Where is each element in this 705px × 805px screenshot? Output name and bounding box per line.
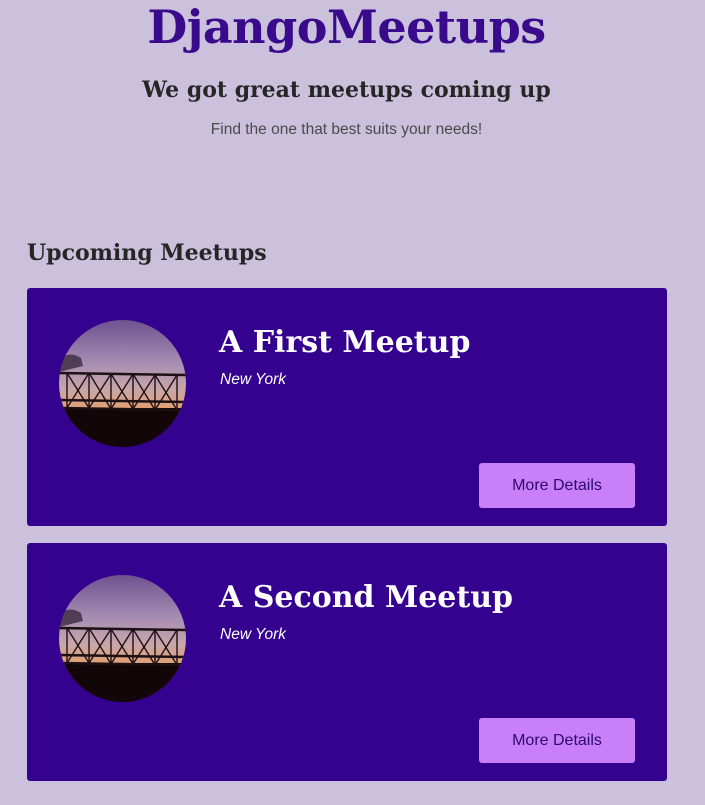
- meetup-card: A Second Meetup New York More Details: [27, 543, 667, 781]
- meetup-location: New York: [220, 371, 287, 388]
- more-details-button[interactable]: More Details: [479, 463, 635, 508]
- meetup-location: New York: [220, 626, 287, 643]
- meetup-title: A Second Meetup: [219, 580, 514, 615]
- bridge-sunset-image: [59, 320, 186, 447]
- meetup-title: A First Meetup: [219, 325, 471, 360]
- subtitle: Find the one that best suits your needs!: [210, 121, 483, 138]
- site-title: DjangoMeetups: [147, 0, 546, 54]
- meetup-image: [59, 320, 186, 447]
- meetup-image: [59, 575, 186, 702]
- more-details-button[interactable]: More Details: [479, 718, 635, 763]
- bridge-sunset-image: [59, 575, 186, 702]
- tagline: We got great meetups coming up: [142, 77, 551, 103]
- section-heading: Upcoming Meetups: [27, 240, 267, 266]
- meetup-card: A First Meetup New York More Details: [27, 288, 667, 526]
